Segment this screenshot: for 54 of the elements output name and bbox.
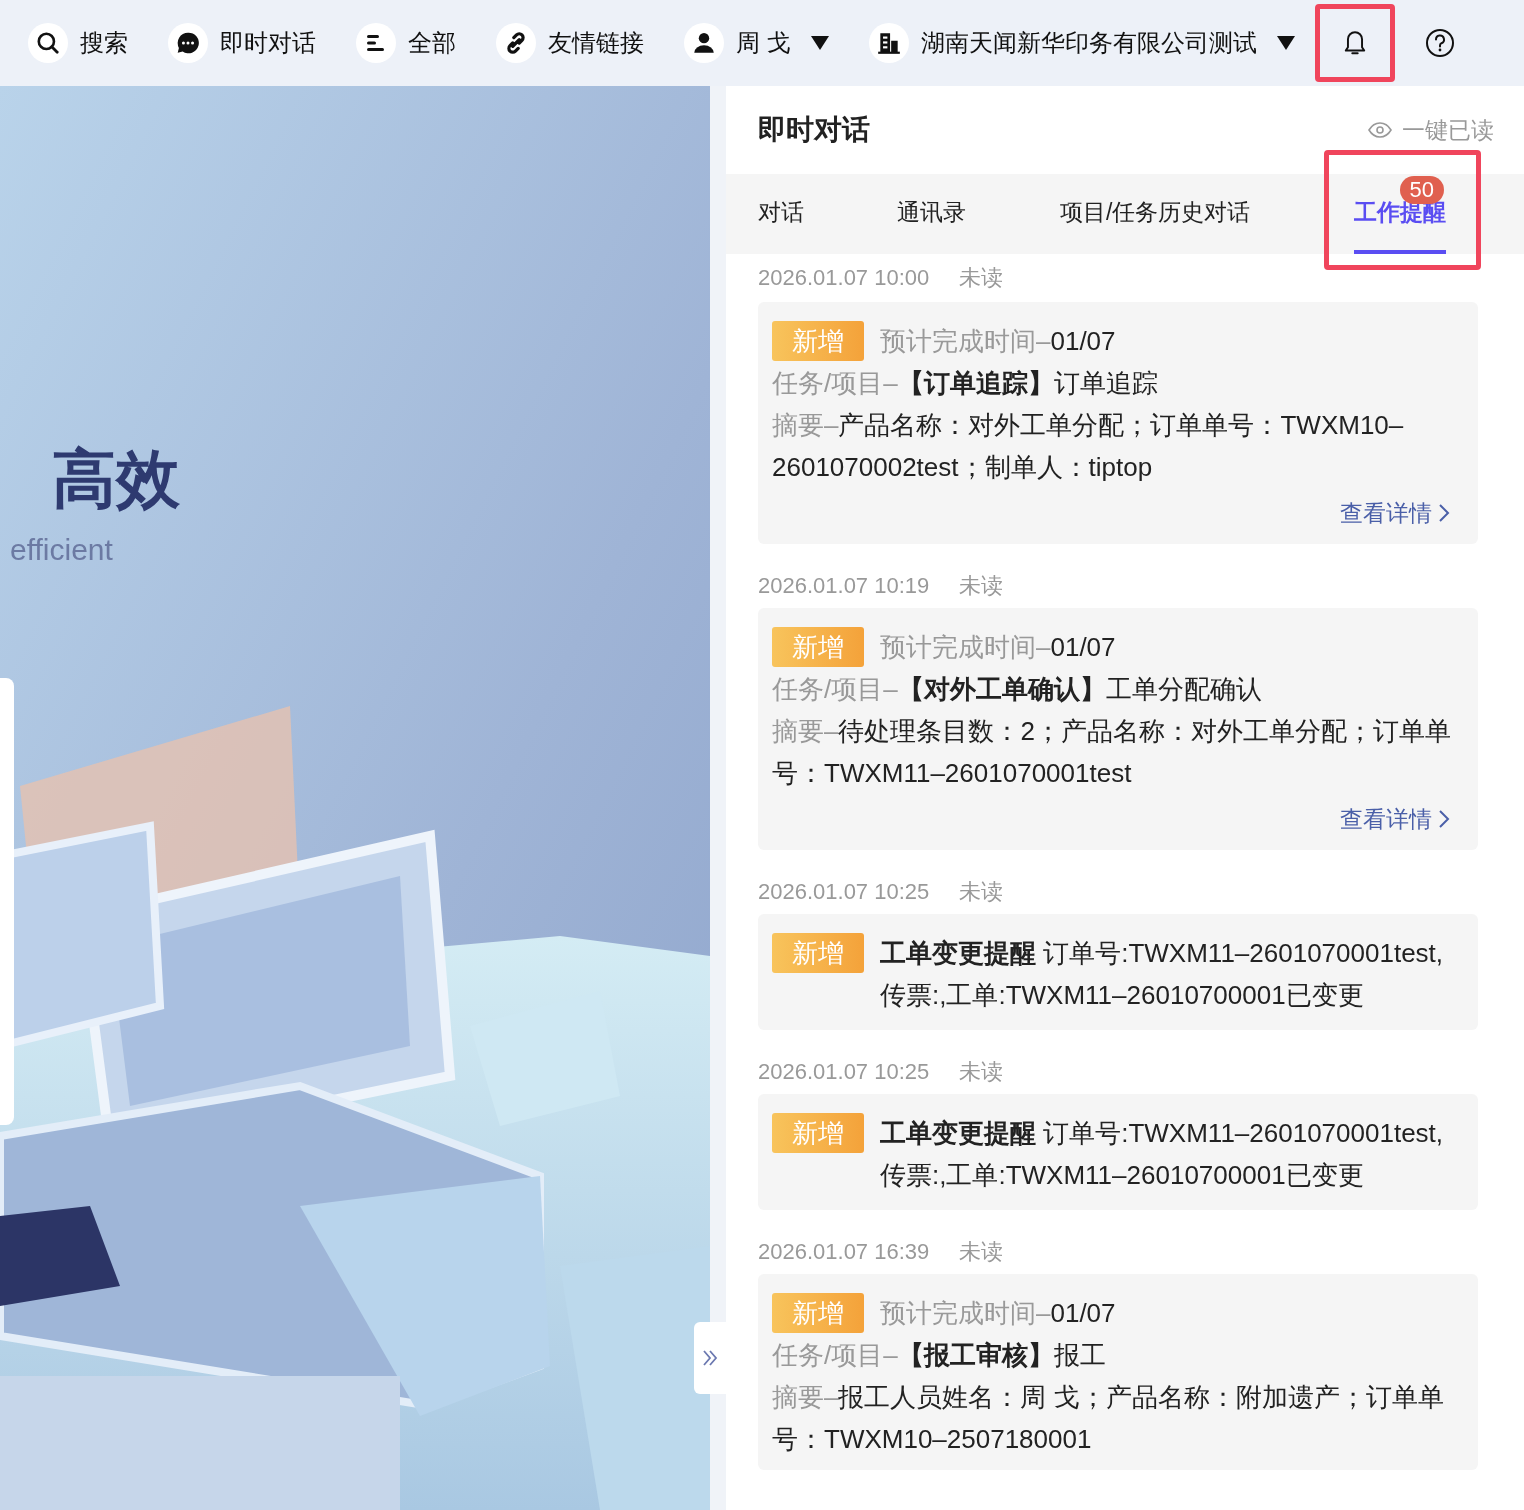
hero-subtitle: efficient: [10, 533, 114, 567]
tab[interactable]: 对话: [758, 174, 804, 254]
task-name: 任务/项目–【订单追踪】订单追踪: [772, 367, 1158, 400]
hero-title: 高效: [52, 442, 180, 517]
dropdown-label[interactable]: 周 戈: [736, 27, 791, 59]
nav-link[interactable]: 即时对话: [220, 27, 316, 59]
chevron-right-icon: [1438, 809, 1450, 829]
nav-link[interactable]: 全部: [408, 27, 456, 59]
tab[interactable]: 项目/任务历史对话: [1060, 174, 1251, 254]
help-icon[interactable]: [1424, 28, 1455, 58]
summary-text: 摘要–产品名称：对外工单分配；订单单号：TWXM10–2601070002test；制单人：tiptop: [772, 409, 1405, 484]
message-time: 2026.01.07 10:25: [758, 1059, 930, 1085]
message-time: 2026.01.07 16:39: [758, 1239, 930, 1265]
due-date: 预计完成时间–01/07: [880, 1297, 1116, 1330]
status-tag: 新增: [772, 933, 864, 973]
double-chevron-icon: [702, 1348, 718, 1368]
read-status: 未读: [959, 878, 1004, 906]
eye-icon: [1368, 122, 1392, 138]
reminder-text: 工单变更提醒 订单号:TWXM11–2601070001test,传票:,工单:TWXM11–26010700001已变更: [880, 937, 1445, 1012]
status-tag: 新增: [772, 627, 864, 667]
read-status: 未读: [959, 1058, 1004, 1086]
status-tag: 新增: [772, 1293, 864, 1333]
dropdown-label[interactable]: 湖南天闻新华印务有限公司测试: [920, 27, 1257, 59]
reminder-text: 工单变更提醒 订单号:TWXM11–2601070001test,传票:,工单:TWXM11–26010700001已变更: [880, 1117, 1445, 1192]
summary-text: 摘要–报工人员姓名：周 戈；产品名称：附加遗产；订单单号：TWXM10–2507180001: [772, 1381, 1445, 1456]
due-date: 预计完成时间–01/07: [880, 325, 1116, 358]
nav-link[interactable]: 友情链接: [548, 27, 644, 59]
caret-icon[interactable]: [1276, 36, 1295, 50]
message-time: 2026.01.07 10:00: [758, 265, 930, 291]
due-date: 预计完成时间–01/07: [880, 631, 1116, 664]
nav-link[interactable]: 搜索: [80, 27, 128, 59]
view-details-link[interactable]: 查看详情: [1340, 798, 1450, 840]
tab[interactable]: 通讯录: [897, 174, 966, 254]
expand-handle[interactable]: [694, 1322, 726, 1394]
read-status: 未读: [959, 264, 1004, 292]
message-time: 2026.01.07 10:25: [758, 879, 930, 905]
chevron-right-icon: [1438, 503, 1450, 523]
view-details-link[interactable]: 查看详情: [1340, 492, 1450, 534]
task-name: 任务/项目–【对外工单确认】工单分配确认: [772, 673, 1262, 706]
message-time: 2026.01.07 10:19: [758, 573, 930, 599]
caret-icon[interactable]: [810, 36, 829, 50]
chat-nav-icon[interactable]: [168, 23, 208, 63]
panel-title: 即时对话: [758, 113, 870, 147]
user-nav-icon[interactable]: [684, 23, 724, 63]
link-nav-icon[interactable]: [496, 23, 536, 63]
search-nav-icon[interactable]: [28, 23, 68, 63]
status-tag: 新增: [772, 321, 864, 361]
status-tag: 新增: [772, 1113, 864, 1153]
read-status: 未读: [959, 1238, 1004, 1266]
summary-text: 摘要–待处理条目数：2；产品名称：对外工单分配；订单单号：TWXM11–2601070001test: [772, 715, 1452, 790]
task-name: 任务/项目–【报工审核】报工: [772, 1339, 1106, 1372]
company-nav-icon[interactable]: [868, 23, 909, 63]
read-status: 未读: [959, 572, 1004, 600]
menu-nav-icon[interactable]: [356, 23, 396, 63]
